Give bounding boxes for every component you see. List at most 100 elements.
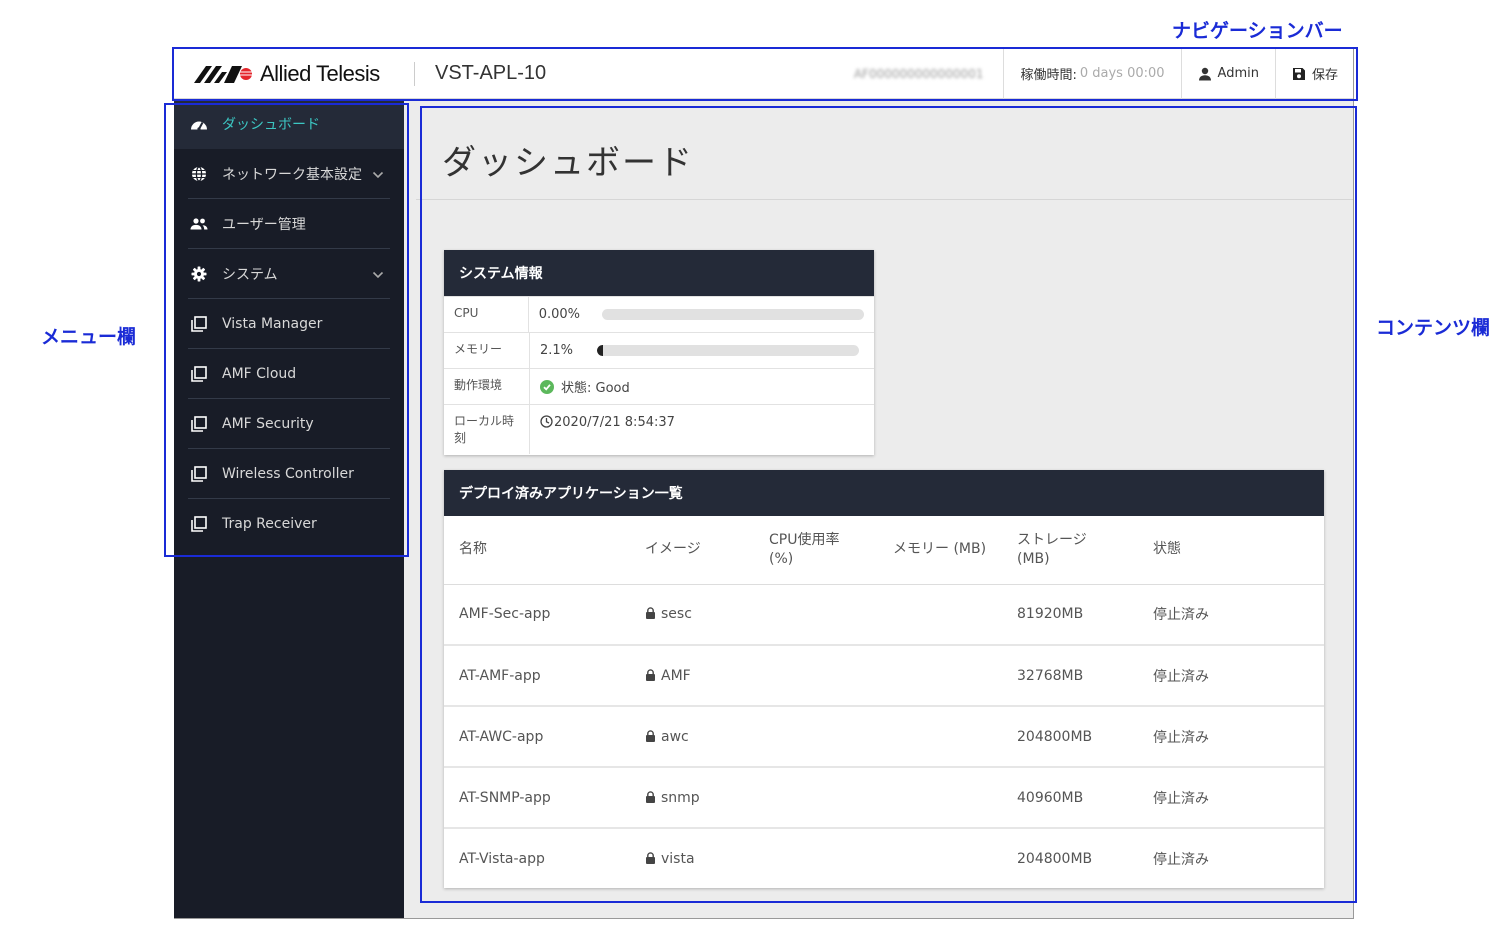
app-window-icon bbox=[190, 515, 208, 533]
memory-progress-bar bbox=[597, 345, 860, 356]
dashboard-gauge-icon bbox=[190, 115, 208, 133]
local-time-row: ローカル時刻 2020/7/21 8:54:37 bbox=[444, 404, 874, 454]
deployed-apps-table: 名称 イメージ CPU使用率 (%) メモリー (MB) ストレージ (MB) … bbox=[444, 516, 1324, 889]
app-storage: 204800MB bbox=[1017, 851, 1093, 867]
brand-name: Allied Telesis bbox=[260, 60, 380, 86]
system-info-panel: システム情報 CPU 0.00% メモリー 2.1% 動作環境 状態: Good… bbox=[444, 250, 874, 455]
sidebar-item-vista-manager[interactable]: Vista Manager bbox=[174, 299, 404, 349]
app-memory bbox=[878, 767, 1002, 829]
chevron-down-icon[interactable] bbox=[372, 167, 384, 183]
sidebar-item-network-settings[interactable]: ネットワーク基本設定 bbox=[174, 149, 404, 199]
app-window-icon bbox=[190, 415, 208, 433]
uptime-value: 0 days 00:00 bbox=[1079, 66, 1165, 81]
sidebar-item-label: システム bbox=[222, 267, 278, 283]
check-circle-icon bbox=[540, 379, 554, 394]
sidebar-item-wireless-controller[interactable]: Wireless Controller bbox=[174, 449, 404, 499]
cpu-progress-bar bbox=[602, 309, 864, 320]
app-cpu bbox=[754, 767, 878, 829]
header-divider bbox=[414, 61, 415, 86]
user-menu-button[interactable]: Admin bbox=[1180, 49, 1275, 99]
column-header-storage: ストレージ (MB) bbox=[1002, 516, 1138, 585]
memory-label: メモリー bbox=[444, 333, 530, 368]
deployed-apps-panel: デプロイ済みアプリケーション一覧 名称 イメージ CPU使用率 (%) メモリー… bbox=[444, 470, 1324, 888]
app-window: Allied Telesis VST-APL-10 AF000000000000… bbox=[174, 49, 1354, 919]
cpu-value: 0.00% bbox=[538, 307, 580, 322]
local-time-label: ローカル時刻 bbox=[444, 405, 530, 454]
lock-icon bbox=[645, 668, 656, 681]
lock-icon bbox=[645, 852, 656, 864]
uptime-label: 稼働時間: bbox=[1020, 68, 1077, 83]
column-header-name: 名称 bbox=[444, 516, 630, 585]
sidebar-item-label: AMF Cloud bbox=[222, 366, 297, 382]
content-area: ダッシュボード システム情報 CPU 0.00% メモリー 2.1% 動作環境 … bbox=[404, 99, 1353, 918]
app-window-icon bbox=[190, 315, 208, 333]
app-storage: 81920MB bbox=[1002, 584, 1138, 646]
brand-logo[interactable]: Allied Telesis bbox=[192, 61, 396, 87]
app-cpu bbox=[754, 584, 878, 646]
sidebar-item-label: ダッシュボード bbox=[222, 117, 320, 133]
app-image: snmp bbox=[661, 789, 700, 806]
save-button[interactable]: 保存 bbox=[1274, 49, 1353, 99]
navbar-annotation: ナビゲーションバー bbox=[1172, 20, 1343, 42]
device-name: VST-APL-10 bbox=[435, 62, 547, 84]
app-name: AMF-Sec-app bbox=[444, 584, 630, 646]
table-row[interactable]: AT-SNMP-app snmp 40960MB 停止済み bbox=[444, 767, 1324, 829]
app-storage: 32768MB bbox=[1002, 645, 1138, 707]
table-row[interactable]: AMF-Sec-app sesc 81920MB 停止済み bbox=[444, 584, 1324, 646]
table-row[interactable]: AT-AMF-app AMF 32768MB 停止済み bbox=[444, 645, 1324, 707]
app-image: vista bbox=[661, 851, 695, 867]
gear-icon bbox=[190, 265, 208, 283]
app-image: awc bbox=[661, 728, 689, 745]
app-memory bbox=[878, 584, 1002, 646]
deployed-apps-title: デプロイ済みアプリケーション一覧 bbox=[444, 470, 1324, 516]
environment-label: 動作環境 bbox=[444, 369, 530, 404]
environment-row: 動作環境 状態: Good bbox=[444, 368, 874, 404]
app-memory bbox=[878, 645, 1002, 707]
save-label: 保存 bbox=[1311, 68, 1338, 83]
clock-icon bbox=[540, 415, 553, 428]
sidebar-menu: ダッシュボード ネットワーク基本設定 ユーザー管理 システム Vista Man… bbox=[174, 99, 404, 918]
navigation-bar: Allied Telesis VST-APL-10 AF000000000000… bbox=[174, 49, 1353, 99]
app-name: AT-SNMP-app bbox=[444, 767, 630, 829]
sidebar-item-label: Vista Manager bbox=[222, 316, 323, 332]
users-icon bbox=[190, 215, 208, 233]
cpu-row: CPU 0.00% bbox=[444, 296, 874, 332]
app-name: AT-AWC-app bbox=[444, 706, 630, 768]
lock-icon bbox=[645, 607, 656, 620]
column-header-status: 状態 bbox=[1138, 516, 1324, 585]
sidebar-item-label: ネットワーク基本設定 bbox=[222, 167, 362, 183]
allied-telesis-logo-mark-icon bbox=[194, 65, 252, 83]
sidebar-item-system[interactable]: システム bbox=[174, 249, 404, 299]
content-annotation: コンテンツ欄 bbox=[1376, 317, 1491, 339]
menu-annotation: メニュー欄 bbox=[41, 326, 137, 348]
environment-status: 状態: Good bbox=[561, 381, 630, 396]
app-storage: 204800MB bbox=[1002, 706, 1138, 768]
lock-icon bbox=[645, 790, 656, 803]
app-cpu bbox=[754, 706, 878, 768]
sidebar-item-label: Wireless Controller bbox=[222, 466, 354, 482]
table-header-row: 名称 イメージ CPU使用率 (%) メモリー (MB) ストレージ (MB) … bbox=[444, 516, 1324, 585]
app-status: 停止済み bbox=[1153, 852, 1209, 868]
sidebar-item-amf-security[interactable]: AMF Security bbox=[174, 399, 404, 449]
column-header-memory: メモリー (MB) bbox=[878, 516, 1002, 585]
sidebar-item-user-management[interactable]: ユーザー管理 bbox=[174, 199, 404, 249]
chevron-down-icon[interactable] bbox=[372, 267, 384, 283]
app-storage: 40960MB bbox=[1002, 767, 1138, 829]
sidebar-item-amf-cloud[interactable]: AMF Cloud bbox=[174, 349, 404, 399]
app-image: AMF bbox=[661, 667, 691, 684]
table-row[interactable]: AT-Vista-app vista 204800MB 停止済み bbox=[444, 828, 1324, 889]
table-row[interactable]: AT-AWC-app awc 204800MB 停止済み bbox=[444, 706, 1324, 768]
memory-value: 2.1% bbox=[540, 343, 574, 358]
app-name: AT-Vista-app bbox=[459, 851, 545, 867]
serial-number-redacted: AF000000000000001 bbox=[853, 66, 984, 81]
app-status: 停止済み bbox=[1138, 767, 1324, 829]
sidebar-item-label: AMF Security bbox=[222, 416, 314, 432]
app-memory bbox=[878, 706, 1002, 768]
sidebar-item-dashboard[interactable]: ダッシュボード bbox=[174, 99, 404, 149]
page-title: ダッシュボード bbox=[442, 143, 694, 183]
sidebar-item-trap-receiver[interactable]: Trap Receiver bbox=[174, 499, 404, 549]
globe-icon bbox=[190, 165, 208, 183]
column-header-cpu: CPU使用率 (%) bbox=[754, 516, 878, 585]
memory-progress-fill bbox=[597, 345, 603, 356]
user-icon bbox=[1198, 67, 1212, 81]
